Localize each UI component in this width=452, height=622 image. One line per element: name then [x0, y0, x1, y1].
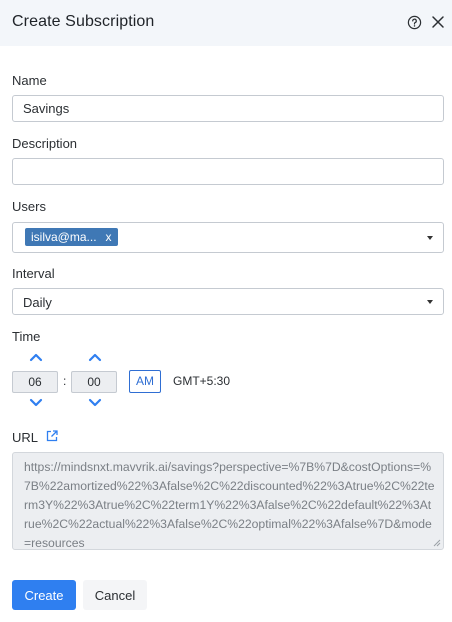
interval-label: Interval: [12, 266, 55, 281]
user-chip-label: isilva@ma...: [31, 230, 97, 244]
timezone-label: GMT+5:30: [173, 374, 231, 388]
url-textarea[interactable]: https://mindsnxt.mavvrik.ai/savings?pers…: [12, 452, 444, 550]
user-chip: isilva@ma... x: [25, 228, 118, 246]
dialog-header: Create Subscription: [0, 0, 452, 46]
chip-remove-icon[interactable]: x: [106, 230, 112, 244]
description-input[interactable]: [12, 158, 444, 185]
create-button[interactable]: Create: [12, 580, 76, 610]
hour-increment-icon[interactable]: [29, 352, 43, 362]
external-link-icon[interactable]: [46, 430, 58, 442]
time-label: Time: [12, 329, 41, 344]
dialog-title: Create Subscription: [12, 13, 155, 30]
hour-input[interactable]: 06: [12, 371, 58, 393]
description-label: Description: [12, 136, 78, 151]
close-icon[interactable]: [430, 14, 446, 30]
users-select[interactable]: isilva@ma... x: [12, 222, 444, 253]
hour-decrement-icon[interactable]: [29, 398, 43, 408]
url-value: https://mindsnxt.mavvrik.ai/savings?pers…: [24, 460, 435, 550]
cancel-button[interactable]: Cancel: [83, 580, 147, 610]
name-label: Name: [12, 73, 47, 88]
name-input[interactable]: [12, 95, 444, 122]
resize-handle-icon[interactable]: [433, 539, 441, 547]
users-label: Users: [12, 199, 46, 214]
chevron-down-icon: [427, 299, 433, 304]
am-pm-toggle[interactable]: AM: [129, 370, 161, 393]
chevron-down-icon: [427, 235, 433, 240]
interval-value: Daily: [23, 295, 52, 310]
minute-decrement-icon[interactable]: [88, 398, 102, 408]
minute-input[interactable]: 00: [71, 371, 117, 393]
minute-increment-icon[interactable]: [88, 352, 102, 362]
url-label: URL: [12, 430, 39, 445]
help-circle-icon[interactable]: [407, 15, 422, 30]
time-separator: :: [63, 374, 67, 388]
interval-select[interactable]: Daily: [12, 288, 444, 315]
